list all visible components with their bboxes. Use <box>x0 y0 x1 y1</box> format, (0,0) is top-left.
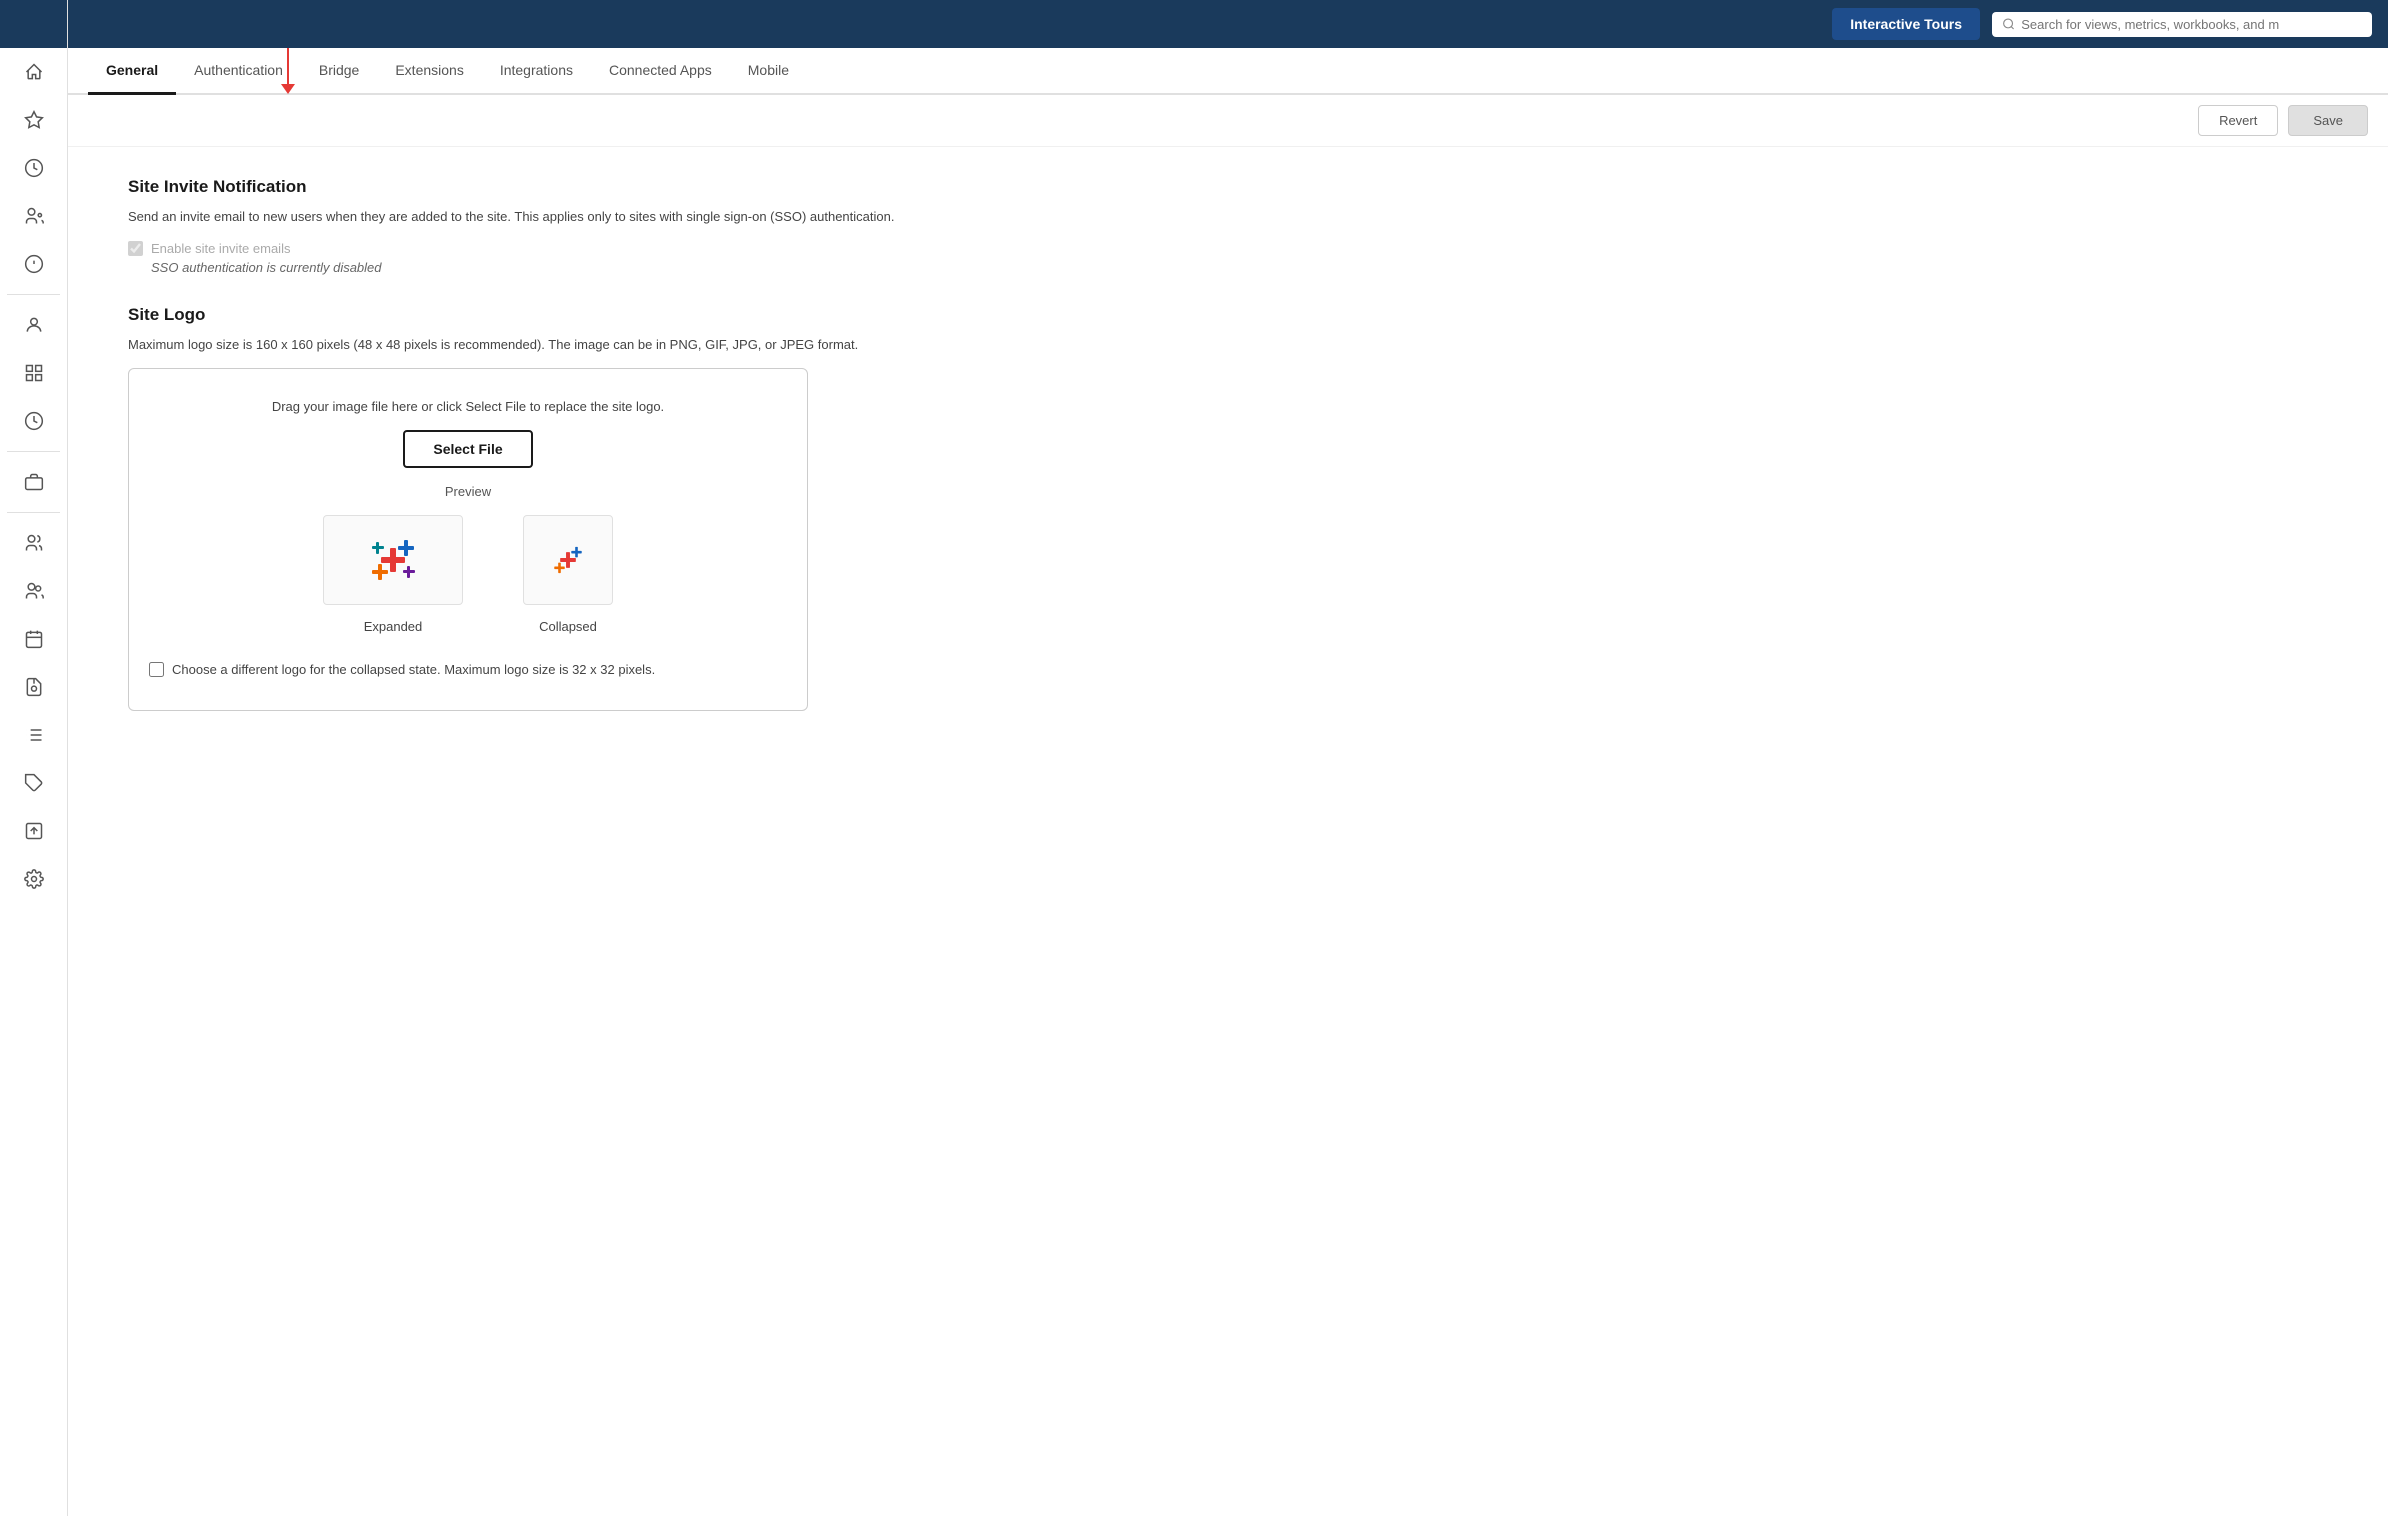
settings-body: Site Invite Notification Send an invite … <box>68 147 968 771</box>
search-icon <box>2002 17 2015 31</box>
enable-invite-emails-row: Enable site invite emails <box>128 241 928 256</box>
tab-bridge[interactable]: Bridge <box>301 48 377 95</box>
site-invite-title: Site Invite Notification <box>128 177 928 197</box>
topbar: Interactive Tours <box>68 0 2388 48</box>
search-bar <box>1992 12 2372 37</box>
sidebar-item-favorites[interactable] <box>12 98 56 142</box>
preview-collapsed-box <box>523 515 613 605</box>
arrow-indicator <box>281 48 295 94</box>
sidebar-item-home[interactable] <box>12 50 56 94</box>
sidebar-item-schedules[interactable] <box>12 617 56 661</box>
collapsed-state-row: Choose a different logo for the collapse… <box>149 660 655 680</box>
tableau-logo-collapsed <box>551 543 585 577</box>
tableau-logo-expanded <box>367 534 419 586</box>
interactive-tours-button[interactable]: Interactive Tours <box>1832 8 1980 40</box>
tab-connected-apps[interactable]: Connected Apps <box>591 48 730 95</box>
sidebar-item-labels[interactable] <box>12 761 56 805</box>
preview-expanded: Expanded <box>323 515 463 634</box>
tab-extensions[interactable]: Extensions <box>377 48 481 95</box>
site-logo-title: Site Logo <box>128 305 928 325</box>
action-bar: Revert Save <box>68 95 2388 147</box>
logo-upload-box: Drag your image file here or click Selec… <box>128 368 808 711</box>
tabs-container: General Authentication Bridge Extensions… <box>68 48 2388 95</box>
sidebar-item-recommendations[interactable] <box>12 242 56 286</box>
revert-button[interactable]: Revert <box>2198 105 2278 136</box>
sidebar <box>0 0 68 1516</box>
select-file-button[interactable]: Select File <box>403 430 532 468</box>
preview-row: Expanded <box>323 515 613 634</box>
arrow-head <box>281 84 295 94</box>
collapsed-label: Collapsed <box>539 619 597 634</box>
sidebar-item-collections[interactable] <box>12 460 56 504</box>
site-invite-section: Site Invite Notification Send an invite … <box>128 177 928 275</box>
site-logo-description: Maximum logo size is 160 x 160 pixels (4… <box>128 335 928 355</box>
preview-label: Preview <box>445 484 491 499</box>
site-logo-section: Site Logo Maximum logo size is 160 x 160… <box>128 305 928 711</box>
sidebar-divider-1 <box>7 294 61 295</box>
sidebar-item-shared[interactable] <box>12 194 56 238</box>
sidebar-item-users-mgmt[interactable] <box>12 521 56 565</box>
different-collapsed-logo-checkbox[interactable] <box>149 662 164 677</box>
preview-expanded-box <box>323 515 463 605</box>
content-area: General Authentication Bridge Extensions… <box>68 48 2388 1516</box>
site-invite-description: Send an invite email to new users when t… <box>128 207 928 227</box>
sidebar-item-recents[interactable] <box>12 146 56 190</box>
drag-drop-text: Drag your image file here or click Selec… <box>272 399 664 414</box>
tab-mobile[interactable]: Mobile <box>730 48 807 95</box>
arrow-line <box>287 48 289 84</box>
tab-integrations[interactable]: Integrations <box>482 48 591 95</box>
expanded-label: Expanded <box>364 619 423 634</box>
preview-collapsed: Collapsed <box>523 515 613 634</box>
sidebar-item-analytics[interactable] <box>12 399 56 443</box>
sidebar-item-report[interactable] <box>12 809 56 853</box>
sidebar-item-user[interactable] <box>12 303 56 347</box>
sso-note: SSO authentication is currently disabled <box>151 260 928 275</box>
sidebar-top-bar <box>0 0 67 48</box>
sidebar-divider-3 <box>7 512 61 513</box>
sidebar-item-settings[interactable] <box>12 857 56 901</box>
sidebar-item-list[interactable] <box>12 713 56 757</box>
search-input[interactable] <box>2021 17 2362 32</box>
different-collapsed-logo-label: Choose a different logo for the collapse… <box>172 660 655 680</box>
sidebar-item-dashboards[interactable] <box>12 351 56 395</box>
enable-invite-checkbox[interactable] <box>128 241 143 256</box>
sidebar-divider-2 <box>7 451 61 452</box>
tab-general[interactable]: General <box>88 48 176 95</box>
sidebar-item-tasks[interactable] <box>12 665 56 709</box>
save-button[interactable]: Save <box>2288 105 2368 136</box>
enable-invite-label: Enable site invite emails <box>151 241 290 256</box>
main-area: Interactive Tours General Authentication… <box>68 0 2388 1516</box>
sidebar-item-groups[interactable] <box>12 569 56 613</box>
